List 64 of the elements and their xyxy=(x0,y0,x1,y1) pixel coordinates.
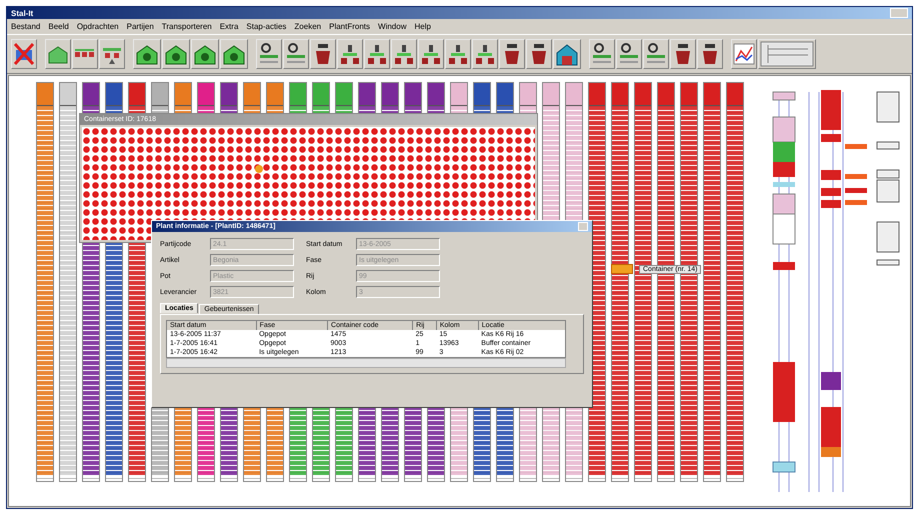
plant-icon xyxy=(135,43,159,65)
window-title: Stal-It xyxy=(11,8,34,18)
toolbar-button[interactable] xyxy=(616,39,642,69)
toolbar-button[interactable] xyxy=(220,39,248,69)
sensor-icon xyxy=(591,42,613,66)
sensor-icon xyxy=(258,42,280,66)
toolbar-button[interactable] xyxy=(256,39,282,69)
menu-item[interactable]: Window xyxy=(378,22,406,31)
menu-item[interactable]: Transporteren xyxy=(162,22,212,31)
toolbar-button[interactable] xyxy=(191,39,219,69)
toolbar-button[interactable] xyxy=(364,39,390,69)
sensor-icon xyxy=(618,42,640,66)
menu-item[interactable]: Bestand xyxy=(11,22,40,31)
toolbar-button[interactable] xyxy=(731,39,757,69)
toolbar-button[interactable] xyxy=(553,39,581,69)
toolbar-button[interactable] xyxy=(472,39,498,69)
toolbar-button[interactable] xyxy=(337,39,363,69)
seedling-icon xyxy=(420,42,442,66)
sensor-icon xyxy=(285,42,307,66)
chart-icon xyxy=(733,43,755,65)
toolbar-button[interactable] xyxy=(445,39,471,69)
seedling-icon xyxy=(474,42,496,66)
menu-item[interactable]: Help xyxy=(414,22,431,31)
toolbar-button[interactable] xyxy=(99,39,125,69)
toolbar-button[interactable] xyxy=(310,39,336,69)
menu-item[interactable]: Beeld xyxy=(48,22,69,31)
toolbar-button[interactable] xyxy=(418,39,444,69)
toolbar-button[interactable] xyxy=(162,39,190,69)
layout-icon xyxy=(760,41,814,67)
toolbar-button[interactable] xyxy=(697,39,723,69)
horizontal-scrollbar[interactable] xyxy=(166,358,566,368)
delete-icon xyxy=(13,42,35,66)
seedling-icon xyxy=(339,42,361,66)
seedling-icon xyxy=(366,42,388,66)
seedling-icon xyxy=(447,42,469,66)
toolbar-button[interactable] xyxy=(11,39,37,69)
station-icon xyxy=(555,42,579,66)
sensor-icon xyxy=(645,42,667,66)
toolbar-button[interactable] xyxy=(589,39,615,69)
rack-column[interactable] xyxy=(611,82,629,482)
menu-item[interactable]: Partijen xyxy=(126,22,154,31)
toolbar-button[interactable] xyxy=(283,39,309,69)
toolbar-button[interactable] xyxy=(133,39,161,69)
toolbar-button[interactable] xyxy=(391,39,417,69)
toolbar-button[interactable] xyxy=(72,39,98,69)
menu-item[interactable]: Opdrachten xyxy=(76,22,119,31)
menu-item[interactable]: Zoeken xyxy=(294,22,322,31)
toolbar-button[interactable] xyxy=(670,39,696,69)
highlighted-position xyxy=(255,165,263,173)
container-marker-icon xyxy=(611,264,633,274)
plant-icon xyxy=(164,43,188,65)
seedling-icon xyxy=(393,42,415,66)
menu-item[interactable]: PlantFronts xyxy=(329,22,370,31)
toolbar-button[interactable] xyxy=(45,39,71,69)
rack-column[interactable] xyxy=(703,82,721,482)
menu-item[interactable]: Stap-acties xyxy=(246,22,286,31)
rack-column[interactable] xyxy=(726,82,744,482)
toolbar-button[interactable] xyxy=(643,39,669,69)
toolbar-button[interactable] xyxy=(499,39,525,69)
greenhouse-icon xyxy=(47,44,69,64)
menu-item[interactable]: Extra xyxy=(220,22,238,31)
toolbar-button[interactable] xyxy=(526,39,552,69)
plant-icon xyxy=(222,43,246,65)
plant-icon xyxy=(193,43,217,65)
